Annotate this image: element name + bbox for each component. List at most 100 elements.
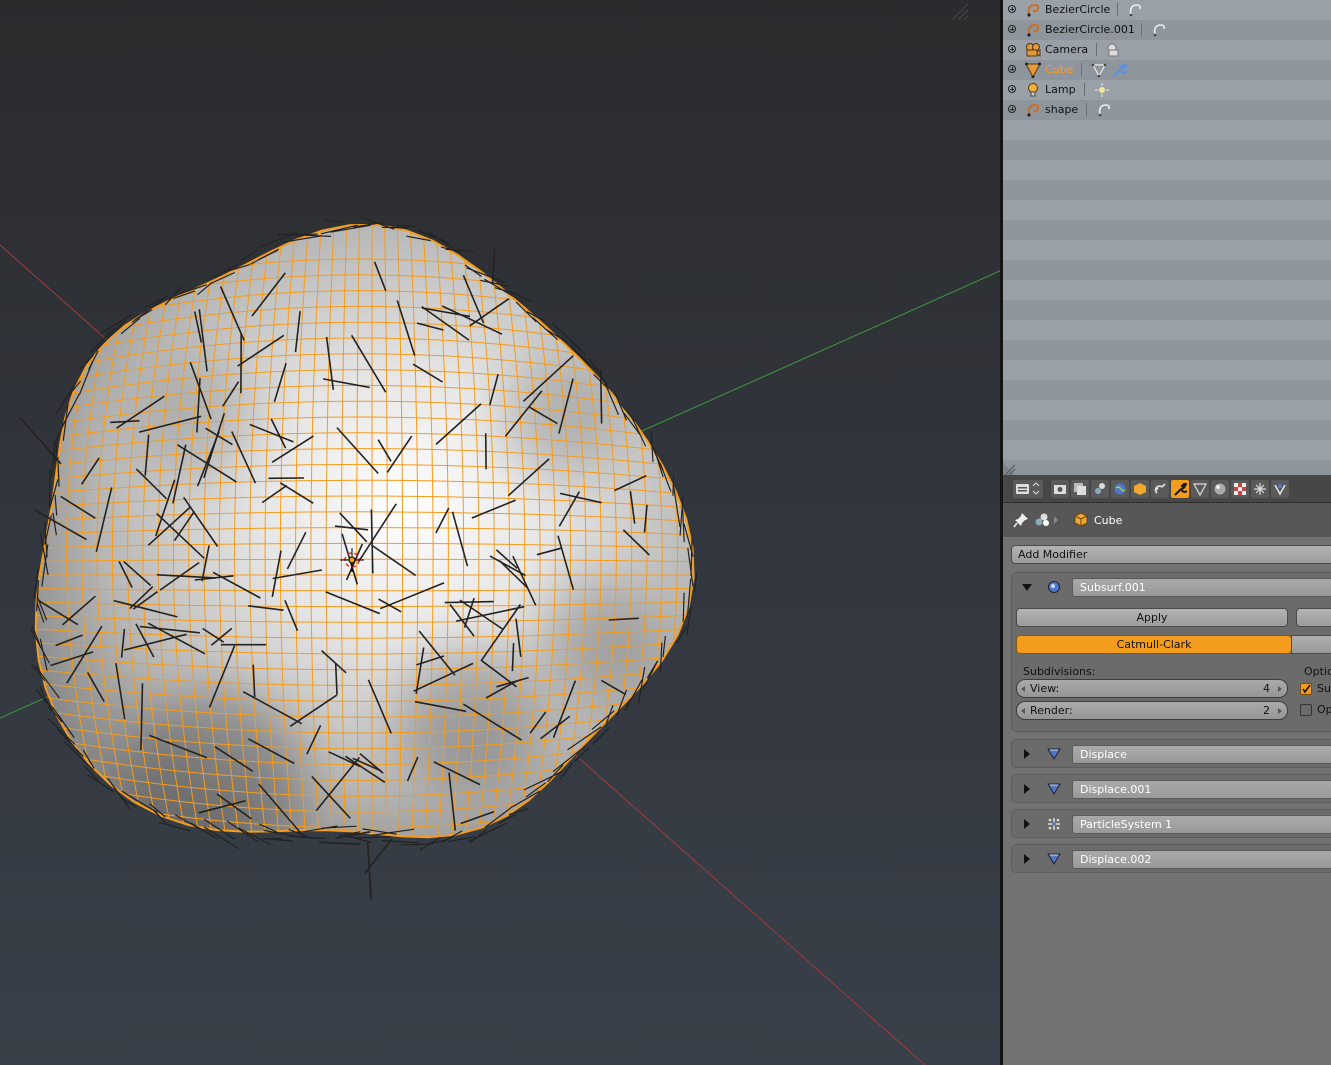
expand-triangle-icon[interactable]	[1024, 749, 1030, 759]
decrement-arrow-icon[interactable]	[1021, 686, 1025, 692]
constraints-icon	[1154, 483, 1166, 494]
curve-data-icon[interactable]	[1127, 2, 1143, 18]
breadcrumb-arrow-icon	[1054, 516, 1058, 524]
separator	[1081, 63, 1082, 76]
tab-modifiers[interactable]	[1171, 480, 1189, 498]
expand-icon[interactable]	[1008, 65, 1016, 73]
render-subdivisions-slider[interactable]: Render: 2	[1016, 701, 1288, 720]
tab-render[interactable]	[1051, 480, 1069, 498]
catmull-clark-option[interactable]: Catmull-Clark	[1016, 635, 1292, 654]
tab-texture[interactable]	[1231, 480, 1249, 498]
scene-icon	[1095, 483, 1105, 494]
tab-scene[interactable]	[1091, 480, 1109, 498]
viewport-split-icon[interactable]	[951, 3, 969, 21]
modifier-name-field[interactable]: ParticleSystem 1	[1072, 815, 1331, 834]
displace-icon	[1047, 783, 1061, 795]
displace-icon	[1047, 748, 1061, 760]
expand-triangle-icon[interactable]	[1024, 819, 1030, 829]
area-corner-icon[interactable]	[1003, 463, 1015, 475]
expand-triangle-icon[interactable]	[1024, 854, 1030, 864]
outliner-item[interactable]: shape	[1003, 100, 1331, 120]
expand-icon[interactable]	[1008, 25, 1016, 33]
option-checkbox-1[interactable]	[1300, 683, 1312, 695]
modifier-name-field[interactable]: Displace.002	[1072, 850, 1331, 869]
editor-type-menu[interactable]	[1013, 480, 1043, 498]
tab-data[interactable]	[1191, 480, 1209, 498]
context-bar: Cube	[1003, 503, 1331, 537]
outliner-item[interactable]: Lamp	[1003, 80, 1331, 100]
separator	[1086, 103, 1087, 116]
outliner-item-label: Camera	[1045, 43, 1089, 56]
outliner-item-label: Lamp	[1045, 83, 1076, 96]
separator	[1096, 43, 1097, 56]
world-icon	[1114, 483, 1126, 495]
separator	[1117, 3, 1118, 16]
expand-triangle-icon[interactable]	[1024, 784, 1030, 794]
decrement-arrow-icon[interactable]	[1021, 708, 1025, 714]
properties-editor[interactable]: Cube Add Modifier Subsurf.001 Apply Catm…	[1003, 475, 1331, 1065]
mesh-data-icon[interactable]	[1091, 62, 1107, 78]
outliner-item-label: BezierCircle	[1045, 3, 1111, 16]
tab-constraints[interactable]	[1151, 480, 1169, 498]
modifier-name-field[interactable]: Displace	[1072, 745, 1331, 764]
expand-icon[interactable]	[1008, 85, 1016, 93]
modifier-name-field[interactable]: Subsurf.001	[1072, 578, 1331, 597]
modifier-panel: Displace.001	[1011, 774, 1331, 803]
pin-icon[interactable]	[1013, 512, 1029, 528]
data-icon	[1193, 483, 1207, 496]
apply-button[interactable]: Apply	[1016, 608, 1288, 627]
outliner-item[interactable]: BezierCircle	[1003, 0, 1331, 20]
render-label: Render:	[1030, 704, 1073, 717]
modifier-panel: Displace.002	[1011, 844, 1331, 873]
render-layers-icon	[1074, 483, 1086, 495]
expand-icon[interactable]	[1008, 45, 1016, 53]
tab-object[interactable]	[1131, 480, 1149, 498]
subsurf-icon	[1048, 581, 1060, 593]
tab-physics[interactable]	[1271, 480, 1289, 498]
collapse-triangle-icon[interactable]	[1022, 584, 1032, 591]
view-label: View:	[1030, 682, 1060, 695]
scene-icon	[1035, 513, 1049, 526]
outliner-item-label: Cube	[1045, 63, 1074, 76]
outliner-item-label: shape	[1045, 103, 1079, 116]
tab-particles[interactable]	[1251, 480, 1269, 498]
cube-mesh-object[interactable]	[0, 200, 720, 900]
viewport-canvas[interactable]	[0, 0, 1002, 1065]
modifiers-icon	[1174, 482, 1187, 496]
physics-icon	[1274, 484, 1286, 496]
separator	[1141, 23, 1142, 36]
tab-material[interactable]	[1211, 480, 1229, 498]
option-label-2: Op	[1317, 703, 1331, 716]
modifier-stack: Add Modifier Subsurf.001 Apply Catmull-C…	[1003, 537, 1331, 1065]
texture-icon	[1234, 483, 1246, 495]
outliner[interactable]: BezierCircle BezierCircle.001 Camera Cube La…	[1003, 0, 1331, 475]
outliner-item[interactable]: BezierCircle.001	[1003, 20, 1331, 40]
particles-icon	[1048, 818, 1060, 830]
lamp-data-icon[interactable]	[1094, 82, 1110, 98]
render-value: 2	[1263, 704, 1270, 717]
curve-data-icon[interactable]	[1096, 102, 1112, 118]
increment-arrow-icon[interactable]	[1278, 708, 1282, 714]
option-checkbox-2[interactable]	[1300, 704, 1312, 716]
options-label: Optio	[1304, 665, 1331, 678]
view-subdivisions-slider[interactable]: View: 4	[1016, 679, 1288, 698]
camera-data-icon[interactable]	[1106, 42, 1122, 58]
expand-icon[interactable]	[1008, 5, 1016, 13]
outliner-item[interactable]: Camera	[1003, 40, 1331, 60]
tab-world[interactable]	[1111, 480, 1129, 498]
3d-viewport[interactable]	[0, 0, 1002, 1065]
modifier-name-field[interactable]: Displace.001	[1072, 780, 1331, 799]
outliner-item[interactable]: Cube	[1003, 60, 1331, 80]
render-icon	[1054, 485, 1066, 494]
curve-data-icon[interactable]	[1151, 22, 1167, 38]
simple-option[interactable]	[1291, 635, 1331, 654]
add-modifier-menu[interactable]: Add Modifier	[1011, 545, 1331, 564]
copy-button[interactable]	[1296, 608, 1331, 627]
modifier-wrench-icon[interactable]	[1111, 62, 1129, 78]
expand-icon[interactable]	[1008, 105, 1016, 113]
object-icon	[1134, 483, 1146, 495]
modifier-panel: ParticleSystem 1	[1011, 809, 1331, 838]
tab-render-layers[interactable]	[1071, 480, 1089, 498]
increment-arrow-icon[interactable]	[1278, 686, 1282, 692]
object-icon	[1074, 512, 1088, 527]
